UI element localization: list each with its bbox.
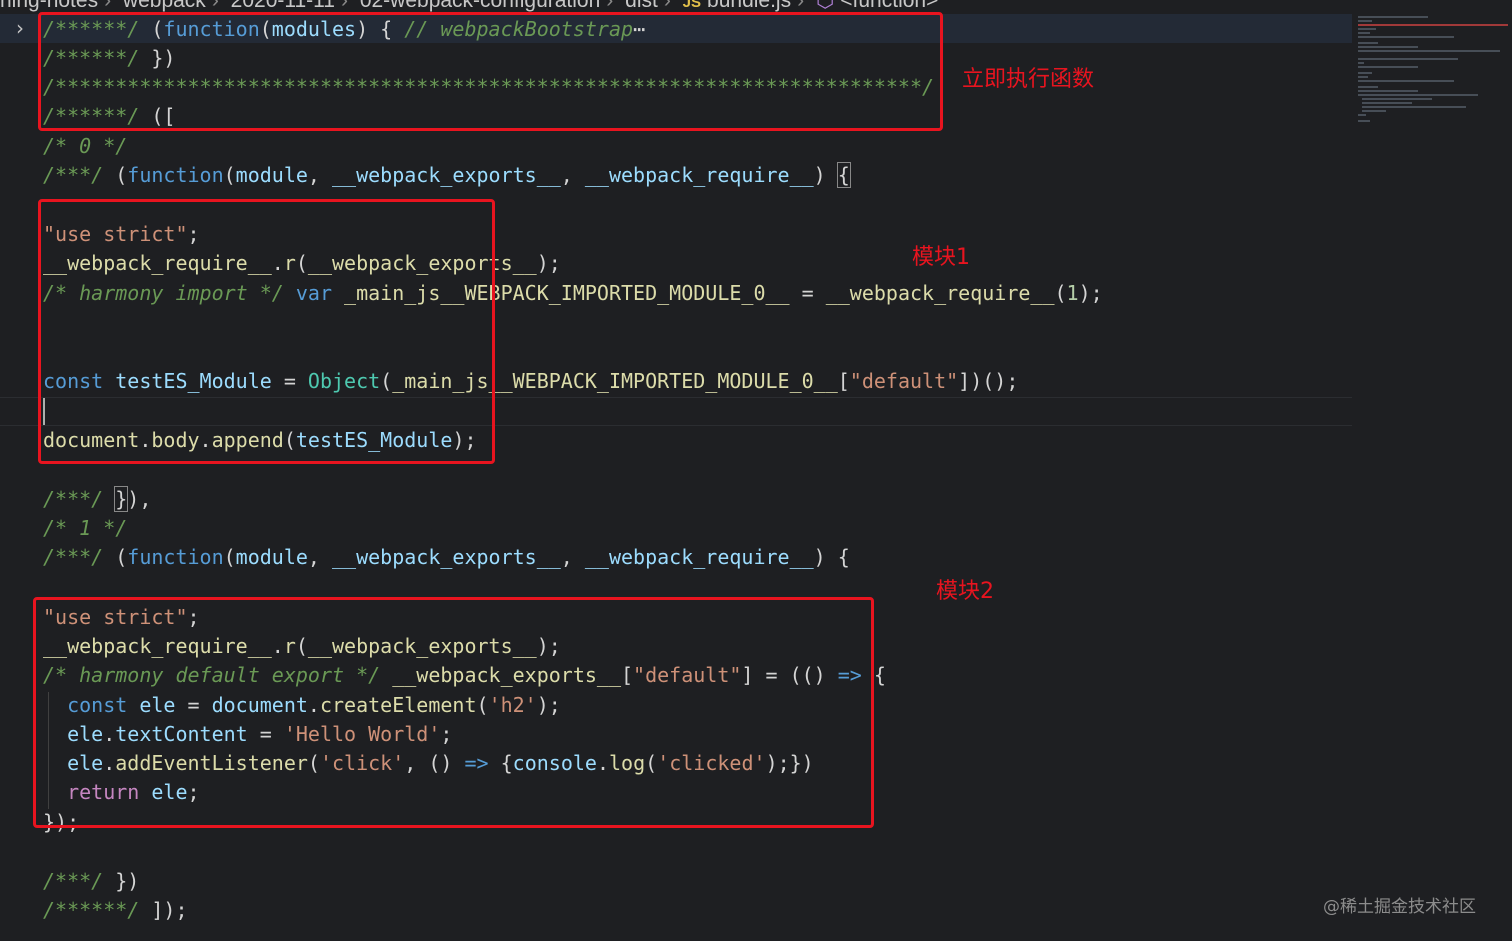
code-line: /* 1 */ (43, 516, 128, 540)
breadcrumb-item[interactable]: 2020-11-11 (231, 0, 335, 12)
matched-bracket: { (836, 162, 851, 188)
chevron-right-icon: › (663, 0, 671, 12)
breadcrumb-file[interactable]: bundle.js (707, 0, 791, 12)
chevron-right-icon: › (606, 0, 614, 12)
fold-chevron-icon[interactable]: › (16, 17, 24, 39)
breadcrumb-symbol[interactable]: <function> (840, 0, 938, 12)
module2-annotation-box (33, 597, 874, 828)
code-line: /***/ }) (43, 869, 140, 893)
minimap[interactable] (1356, 14, 1512, 124)
code-line: /***/ (function(module, __webpack_export… (43, 162, 851, 188)
iife-annotation-box (38, 12, 943, 131)
breadcrumb-item[interactable]: webpack (123, 0, 206, 12)
chevron-right-icon: › (104, 0, 112, 12)
js-file-icon: JS (682, 0, 702, 11)
module1-annotation-label: 模块1 (912, 245, 970, 270)
code-line: /***/ (function(module, __webpack_export… (43, 545, 850, 569)
breadcrumb-item[interactable]: 02-webpack-configuration (360, 0, 600, 12)
chevron-right-icon: › (211, 0, 219, 12)
breadcrumb-item[interactable]: ning-notes (0, 0, 98, 12)
iife-annotation-label: 立即执行函数 (962, 67, 1095, 92)
module1-annotation-box (38, 199, 495, 464)
code-line: /***/ }), (43, 486, 152, 512)
code-line: /* 0 */ (43, 134, 128, 158)
breadcrumb-item[interactable]: dist (625, 0, 658, 12)
module2-annotation-label: 模块2 (936, 579, 994, 604)
chevron-right-icon: › (340, 0, 348, 12)
function-symbol-icon: ⬡ (815, 0, 835, 12)
code-line: /******/ ]); (43, 898, 188, 922)
matched-bracket: } (114, 486, 129, 512)
breadcrumb: ning-notes › webpack › 2020-11-11 › 02-webp… (0, 0, 938, 12)
watermark: @稀土掘金技术社区 (1323, 897, 1476, 917)
chevron-right-icon: › (797, 0, 805, 12)
